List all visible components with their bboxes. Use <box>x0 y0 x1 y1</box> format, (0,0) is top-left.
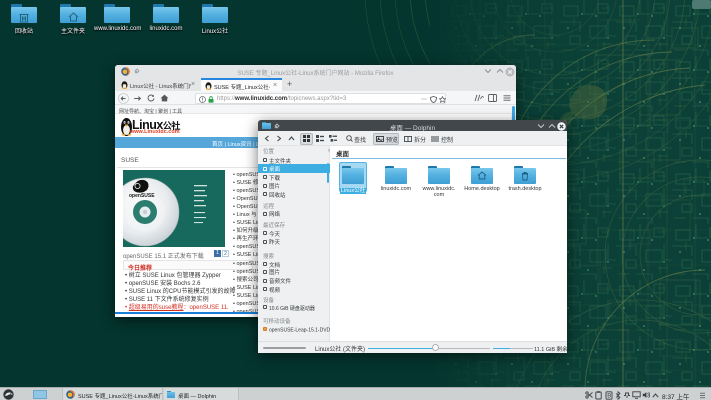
svg-text:B: B <box>607 393 611 399</box>
svg-text:openSUSE: openSUSE <box>129 193 155 199</box>
